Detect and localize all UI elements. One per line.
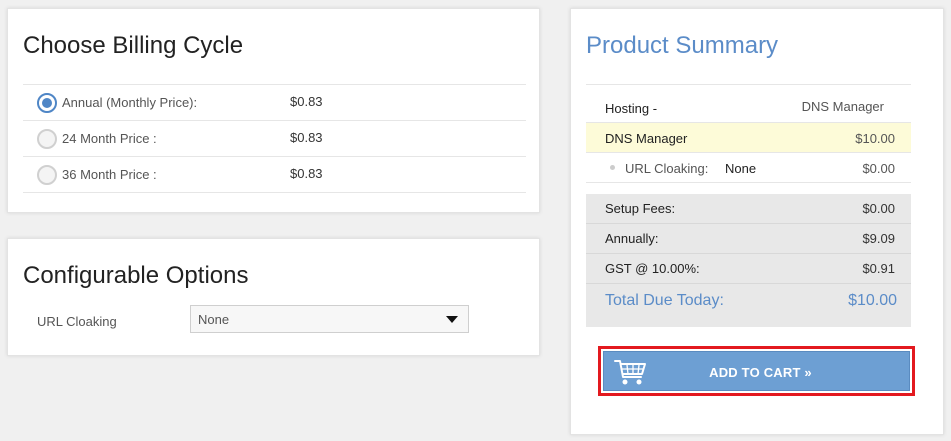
add-to-cart-label: ADD TO CART » [709, 365, 812, 380]
annually-value: $9.09 [862, 231, 895, 246]
url-cloaking-label: URL Cloaking [37, 314, 117, 329]
radio-annual[interactable] [37, 93, 57, 113]
url-cloaking-selected-value: None [198, 312, 230, 327]
total-due-label: Total Due Today: [605, 292, 724, 309]
product-summary-panel: Product Summary Hosting - DNS Manager DN… [570, 8, 944, 435]
billing-cycle-list: Annual (Monthly Price): $0.83 24 Month P… [23, 84, 526, 193]
configurable-options-panel: Configurable Options URL Cloaking None [7, 238, 540, 356]
addon-label: URL Cloaking: [625, 161, 709, 176]
annually-row: Annually: $9.09 [586, 224, 911, 254]
add-to-cart-highlight: ADD TO CART » [598, 346, 915, 396]
billing-option-price: $0.83 [290, 94, 323, 109]
billing-option-label: 36 Month Price : [62, 167, 157, 182]
bullet-icon [610, 165, 615, 170]
radio-24-month[interactable] [37, 129, 57, 149]
product-price: $10.00 [855, 131, 895, 146]
gst-row: GST @ 10.00%: $0.91 [586, 254, 911, 284]
gst-value: $0.91 [862, 261, 895, 276]
gst-label: GST @ 10.00%: [605, 261, 700, 276]
radio-36-month[interactable] [37, 165, 57, 185]
billing-cycle-title: Choose Billing Cycle [23, 32, 244, 59]
setup-fees-row: Setup Fees: $0.00 [586, 194, 911, 224]
hosting-label: Hosting - [605, 101, 658, 116]
billing-option-price: $0.83 [290, 166, 323, 181]
total-due-value: $10.00 [848, 292, 897, 309]
billing-option-price: $0.83 [290, 130, 323, 145]
billing-cycle-panel: Choose Billing Cycle Annual (Monthly Pri… [7, 8, 540, 213]
billing-option-36-month[interactable]: 36 Month Price : $0.83 [23, 157, 526, 193]
billing-option-annual[interactable]: Annual (Monthly Price): $0.83 [23, 85, 526, 121]
summary-product-row: DNS Manager $10.00 [586, 123, 911, 153]
product-summary-title: Product Summary [586, 32, 779, 59]
add-to-cart-button[interactable]: ADD TO CART » [603, 351, 910, 391]
billing-option-label: 24 Month Price : [62, 131, 157, 146]
annually-label: Annually: [605, 231, 659, 246]
chevron-down-icon [446, 316, 458, 323]
summary-items: Hosting - DNS Manager DNS Manager $10.00… [586, 84, 911, 183]
product-name: DNS Manager [605, 131, 688, 146]
setup-fees-label: Setup Fees: [605, 201, 676, 216]
url-cloaking-select[interactable]: None [190, 305, 469, 333]
addon-price: $0.00 [862, 161, 895, 176]
total-due-row: Total Due Today: $10.00 [586, 285, 911, 315]
configurable-options-title: Configurable Options [23, 262, 249, 289]
summary-addon-row: URL Cloaking: None $0.00 [586, 153, 911, 183]
addon-value: None [725, 161, 757, 176]
summary-totals: Setup Fees: $0.00 Annually: $9.09 GST @ … [586, 194, 911, 327]
billing-option-label: Annual (Monthly Price): [62, 95, 198, 110]
setup-fees-value: $0.00 [862, 201, 895, 216]
hosting-value: DNS Manager [801, 99, 884, 114]
billing-option-24-month[interactable]: 24 Month Price : $0.83 [23, 121, 526, 157]
summary-hosting-row: Hosting - DNS Manager [586, 85, 911, 123]
